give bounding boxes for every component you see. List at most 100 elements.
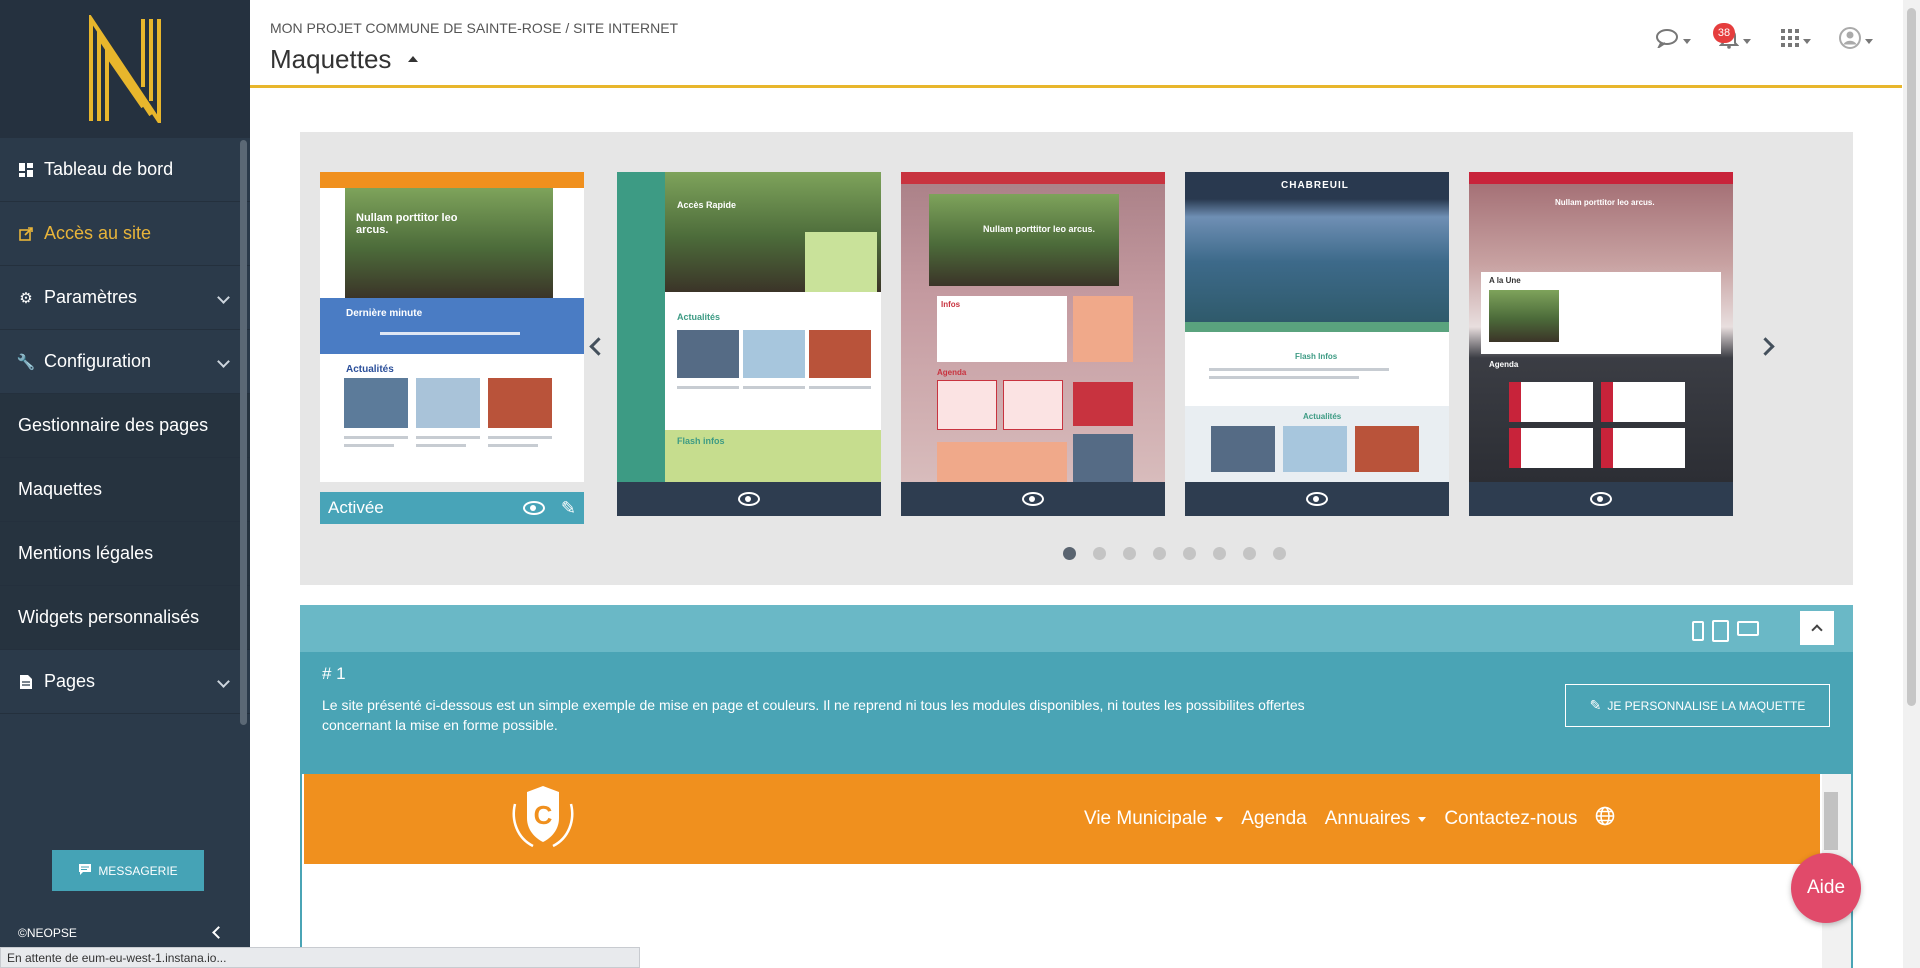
app-logo[interactable]: [0, 0, 250, 138]
dashboard-icon: [18, 162, 34, 178]
template-card-footer: [1185, 482, 1449, 516]
messaging-button[interactable]: MESSAGERIE: [52, 850, 204, 891]
preview-hero-text: Accès Rapide: [677, 200, 737, 210]
sidebar-item-label: Widgets personnalisés: [18, 607, 200, 627]
footer-brand: ©NEOPSE: [18, 926, 77, 940]
apps-menu[interactable]: [1781, 28, 1811, 54]
preview-section-title: Agenda: [1489, 360, 1519, 369]
sidebar-item-pages[interactable]: Pages: [0, 650, 250, 714]
site-preview-nav: Vie Municipale Agenda Annuaires Contacte…: [1084, 806, 1615, 832]
site-nav-item[interactable]: Annuaires: [1325, 808, 1427, 830]
sidebar-item-configuration[interactable]: 🔧 Configuration: [0, 330, 250, 394]
desktop-view-icon[interactable]: [1737, 621, 1759, 636]
crest-letter: C: [534, 800, 553, 830]
customize-template-button[interactable]: ✎ JE PERSONNALISE LA MAQUETTE: [1565, 684, 1830, 727]
site-nav-item[interactable]: Vie Municipale: [1084, 808, 1224, 830]
sidebar-item-label: Maquettes: [18, 479, 103, 499]
file-icon: [18, 674, 34, 690]
crest-logo-icon[interactable]: C: [509, 784, 577, 850]
sidebar-item-site-access[interactable]: Accès au site: [0, 202, 250, 266]
template-card[interactable]: Nullam porttitor leo arcus. A la Une Age…: [1469, 172, 1733, 516]
template-card[interactable]: CHABREUIL Flash Infos Actualités: [1185, 172, 1449, 516]
preview-hero-text: Nullam porttitor leo arcus.: [983, 224, 1096, 234]
template-preview[interactable]: Nullam porttitor leo arcus. Dernière min…: [320, 172, 584, 482]
page-title[interactable]: Maquettes: [270, 44, 391, 75]
chat-icon: [78, 863, 92, 879]
sidebar-item-label: Gestionnaire des pages: [18, 415, 209, 435]
site-preview-header: C Vie Municipale Agenda Annuaires Contac…: [304, 774, 1820, 864]
sidebar-scrollbar[interactable]: [240, 140, 247, 725]
sidebar-item-page-manager[interactable]: Gestionnaire des pages: [0, 394, 250, 458]
preview-section-title: A la Une: [1489, 276, 1521, 285]
caret-up-icon[interactable]: [408, 56, 418, 62]
mobile-view-icon[interactable]: [1692, 621, 1704, 641]
template-card[interactable]: Nullam porttitor leo arcus. Infos Agenda: [901, 172, 1165, 516]
preview-section-title: Flash Infos: [1295, 352, 1338, 361]
eye-icon[interactable]: [522, 501, 545, 515]
carousel-dot[interactable]: [1213, 547, 1226, 560]
template-preview[interactable]: Nullam porttitor leo arcus. A la Une Age…: [1469, 172, 1733, 482]
sidebar-item-settings[interactable]: ⚙ Paramètres: [0, 266, 250, 330]
sidebar-item-dashboard[interactable]: Tableau de bord: [0, 138, 250, 202]
sidebar-item-templates[interactable]: Maquettes: [0, 458, 250, 522]
collapse-panel-button[interactable]: [1800, 611, 1834, 645]
sidebar-item-label: Mentions légales: [18, 543, 154, 563]
page-scrollbar[interactable]: [1903, 0, 1920, 968]
chevron-down-icon: [1865, 38, 1873, 44]
site-preview-frame[interactable]: C Vie Municipale Agenda Annuaires Contac…: [300, 774, 1853, 968]
chevron-down-icon: [217, 675, 230, 688]
preview-section-title: Flash infos: [677, 436, 725, 446]
template-card[interactable]: Accès Rapide Actualités Flash infos: [617, 172, 881, 516]
template-card-footer: Activée ✎: [320, 492, 584, 524]
template-preview[interactable]: CHABREUIL Flash Infos Actualités: [1185, 172, 1449, 482]
carousel-dot[interactable]: [1153, 547, 1166, 560]
wrench-icon: 🔧: [16, 353, 36, 371]
preview-panel-header: [300, 605, 1853, 652]
user-menu[interactable]: [1839, 27, 1873, 55]
scrollbar-thumb[interactable]: [1907, 8, 1916, 706]
sidebar-item-label: Configuration: [44, 351, 152, 371]
template-number: # 1: [322, 664, 346, 683]
sidebar-item-legal[interactable]: Mentions légales: [0, 522, 250, 586]
preview-brand: CHABREUIL: [1281, 180, 1349, 191]
scrollbar-thumb[interactable]: [1824, 792, 1838, 850]
carousel-dot[interactable]: [1063, 547, 1076, 560]
external-link-icon: [18, 226, 34, 242]
globe-icon[interactable]: [1595, 806, 1615, 832]
eye-icon[interactable]: [1306, 492, 1328, 506]
eye-icon[interactable]: [738, 492, 760, 506]
site-nav-item[interactable]: Contactez-nous: [1444, 808, 1577, 830]
carousel-dot[interactable]: [1243, 547, 1256, 560]
eye-icon[interactable]: [1590, 492, 1612, 506]
template-preview[interactable]: Nullam porttitor leo arcus. Infos Agenda: [901, 172, 1165, 482]
messaging-label: MESSAGERIE: [98, 863, 178, 878]
collapse-sidebar-icon[interactable]: [212, 926, 225, 939]
chat-menu[interactable]: [1655, 28, 1691, 54]
eye-icon[interactable]: [1022, 492, 1044, 506]
template-preview[interactable]: Accès Rapide Actualités Flash infos: [617, 172, 881, 482]
carousel-dot[interactable]: [1273, 547, 1286, 560]
carousel-next-icon[interactable]: [1756, 337, 1775, 356]
template-card[interactable]: Nullam porttitor leo arcus. Dernière min…: [320, 172, 584, 524]
gear-icon: ⚙: [19, 289, 33, 307]
user-avatar-icon: [1839, 27, 1861, 55]
chevron-up-icon: [1811, 624, 1823, 636]
speech-bubble-icon: [1655, 28, 1679, 54]
sidebar-item-widgets[interactable]: Widgets personnalisés: [0, 586, 250, 650]
chevron-down-icon: [1418, 816, 1427, 822]
carousel-prev-icon[interactable]: [589, 337, 608, 356]
site-nav-item[interactable]: Agenda: [1241, 808, 1307, 830]
breadcrumb[interactable]: MON PROJET COMMUNE DE SAINTE-ROSE / SITE…: [270, 20, 678, 36]
chevron-down-icon: [217, 291, 230, 304]
chevron-down-icon: [217, 355, 230, 368]
pencil-icon[interactable]: ✎: [561, 498, 576, 519]
tablet-view-icon[interactable]: [1712, 620, 1729, 642]
help-button[interactable]: Aide: [1791, 853, 1861, 923]
carousel-dot[interactable]: [1183, 547, 1196, 560]
customize-label: JE PERSONNALISE LA MAQUETTE: [1607, 698, 1806, 713]
carousel-dot[interactable]: [1123, 547, 1136, 560]
carousel-dot[interactable]: [1093, 547, 1106, 560]
preview-hero-text: Nullam porttitor leo arcus.: [1555, 198, 1655, 207]
templates-carousel: Nullam porttitor leo arcus. Dernière min…: [300, 132, 1853, 585]
neopse-logo-icon: [89, 15, 161, 123]
